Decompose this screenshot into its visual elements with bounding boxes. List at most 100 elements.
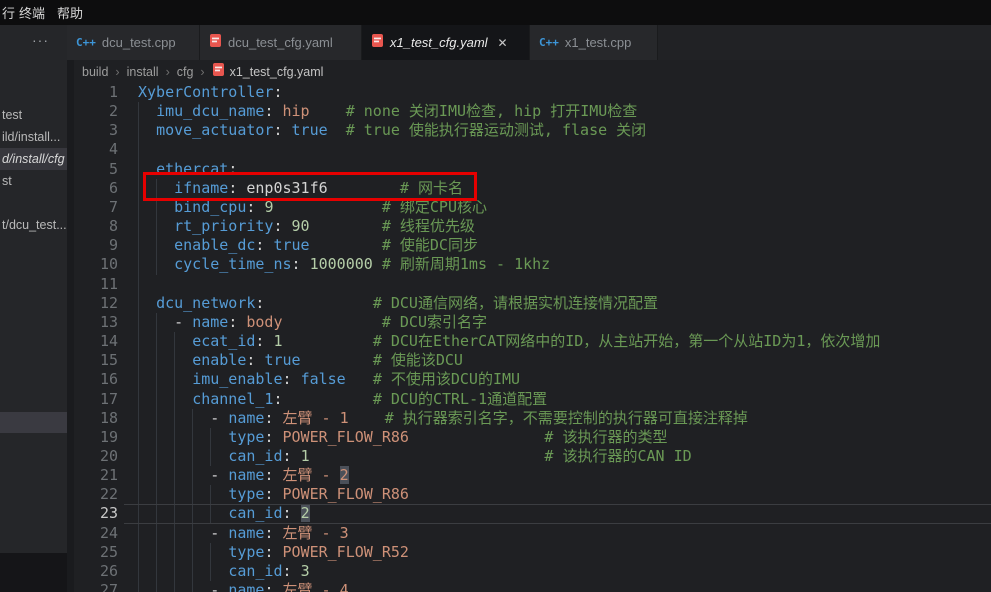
line-number: 16 [74, 370, 118, 389]
token: false [301, 370, 346, 388]
line-number: 2 [74, 102, 118, 121]
more-actions-icon[interactable]: ··· [32, 32, 49, 48]
tab-dcu_test_cfg.yaml[interactable]: dcu_test_cfg.yaml [200, 25, 362, 60]
token: cycle_time_ns [174, 255, 291, 273]
token: type [228, 485, 264, 503]
token: POWER_FLOW_R86 [283, 428, 409, 446]
code-text: enable: true # 使能该DCU [138, 351, 463, 370]
line-number: 26 [74, 562, 118, 581]
token: hip [283, 102, 310, 120]
token [138, 198, 174, 216]
tab-x1_test.cpp[interactable]: C++x1_test.cpp [530, 25, 658, 60]
code-line[interactable]: 1XyberController: [74, 83, 991, 102]
token: name [228, 581, 264, 592]
code-text: ethercat: [138, 160, 237, 179]
code-text: can_id: 1 # 该执行器的CAN ID [138, 447, 692, 466]
line-number: 21 [74, 466, 118, 485]
token: true [273, 236, 309, 254]
code-line[interactable]: 5 ethercat: [74, 160, 991, 179]
tab-label: x1_test_cfg.yaml [390, 35, 488, 50]
code-line[interactable]: 23 can_id: 2 [74, 504, 991, 523]
code-line[interactable]: 19 type: POWER_FLOW_R86 # 该执行器的类型 [74, 428, 991, 447]
editor[interactable]: 1XyberController:2 imu_dcu_name: hip # n… [74, 83, 991, 592]
token: enp0s31f6 [246, 179, 327, 197]
code-line[interactable]: 11 [74, 275, 991, 294]
code-line[interactable]: 7 bind_cpu: 9 # 绑定CPU核心 [74, 198, 991, 217]
code-line[interactable]: 9 enable_dc: true # 使能DC同步 [74, 236, 991, 255]
code-text: bind_cpu: 9 # 绑定CPU核心 [138, 198, 487, 217]
token [310, 236, 382, 254]
code-line[interactable]: 6 ifname: enp0s31f6 # 网卡名 [74, 179, 991, 198]
token: can_id [228, 504, 282, 522]
token: # 该执行器的类型 [544, 428, 667, 446]
line-number: 25 [74, 543, 118, 562]
list-item[interactable]: test [0, 104, 67, 126]
code-line[interactable]: 26 can_id: 3 [74, 562, 991, 581]
breadcrumb-separator-icon: › [200, 65, 204, 79]
cpp-file-icon: C++ [76, 36, 96, 49]
token [373, 255, 382, 273]
breadcrumb-segment[interactable]: build [82, 65, 108, 79]
panel-sash[interactable] [67, 60, 74, 592]
code-text: can_id: 2 [138, 504, 310, 523]
code-line[interactable]: 21 - name: 左臂 - 2 [74, 466, 991, 485]
token: 90 [292, 217, 310, 235]
token: : [246, 198, 264, 216]
code-line[interactable]: 13 - name: body # DCU索引名字 [74, 313, 991, 332]
code-line[interactable]: 10 cycle_time_ns: 1000000 # 刷新周期1ms - 1k… [74, 255, 991, 274]
list-item[interactable]: st [0, 170, 67, 192]
code-text: - name: 左臂 - 1 # 执行器索引名字，不需要控制的执行器可直接注释掉 [138, 409, 748, 428]
code-line[interactable]: 27 - name: 左臂 - 4 [74, 581, 991, 592]
breadcrumb-segment[interactable]: install [127, 65, 159, 79]
code-line[interactable]: 15 enable: true # 使能该DCU [74, 351, 991, 370]
menu-item[interactable]: 行 [2, 3, 15, 22]
list-item[interactable]: d/install/cfg [0, 148, 67, 170]
line-number: 12 [74, 294, 118, 313]
code-line[interactable]: 16 imu_enable: false # 不使用该DCU的IMU [74, 370, 991, 389]
token [138, 160, 156, 178]
code-line[interactable]: 25 type: POWER_FLOW_R52 [74, 543, 991, 562]
code-line[interactable]: 4 [74, 140, 991, 159]
token: name [228, 409, 264, 427]
code-line[interactable]: 3 move_actuator: true # true 使能执行器运动测试, … [74, 121, 991, 140]
token: # 刷新周期1ms - 1khz [382, 255, 550, 273]
token: # DCU索引名字 [382, 313, 487, 331]
token: : [228, 313, 246, 331]
code-line[interactable]: 8 rt_priority: 90 # 线程优先级 [74, 217, 991, 236]
tab-x1_test_cfg.yaml[interactable]: x1_test_cfg.yaml ✕ [362, 25, 530, 60]
code-line[interactable]: 24 - name: 左臂 - 3 [74, 524, 991, 543]
code-line[interactable]: 18 - name: 左臂 - 1 # 执行器索引名字，不需要控制的执行器可直接… [74, 409, 991, 428]
code-area[interactable]: 1XyberController:2 imu_dcu_name: hip # n… [74, 83, 991, 592]
side-panel: testild/install...d/install/cfgst t/dcu_t… [0, 60, 67, 592]
code-line[interactable]: 2 imu_dcu_name: hip # none 关闭IMU检查, hip … [74, 102, 991, 121]
menu-item[interactable]: 终端 [19, 3, 45, 22]
list-item[interactable]: ild/install... [0, 126, 67, 148]
code-line[interactable]: 12 dcu_network: # DCU通信网络，请根据实机连接情况配置 [74, 294, 991, 313]
code-line[interactable]: 20 can_id: 1 # 该执行器的CAN ID [74, 447, 991, 466]
line-number: 9 [74, 236, 118, 255]
token: can_id [228, 447, 282, 465]
token: type [228, 428, 264, 446]
token: 1 [301, 447, 310, 465]
code-line[interactable]: 14 ecat_id: 1 # DCU在EtherCAT网络中的ID，从主站开始… [74, 332, 991, 351]
line-number: 11 [74, 275, 118, 294]
token: # DCU的CTRL-1通道配置 [373, 390, 547, 408]
code-line[interactable]: 17 channel_1: # DCU的CTRL-1通道配置 [74, 390, 991, 409]
token: : [283, 504, 301, 522]
tab-dcu_test.cpp[interactable]: C++dcu_test.cpp [67, 25, 200, 60]
code-line[interactable]: 22 type: POWER_FLOW_R86 [74, 485, 991, 504]
token: : [273, 217, 291, 235]
token: : [264, 543, 282, 561]
menu-item[interactable]: 帮助 [57, 3, 83, 22]
token [310, 102, 346, 120]
token: : [228, 179, 246, 197]
breadcrumb-segment[interactable]: cfg [177, 65, 194, 79]
tab-close-icon[interactable]: ✕ [498, 37, 508, 49]
token: # none 关闭IMU检查, hip 打开IMU检查 [346, 102, 638, 120]
breadcrumb-file[interactable]: x1_test_cfg.yaml [230, 65, 324, 79]
token: 1000000 [310, 255, 373, 273]
side-panel-selected-bar[interactable] [0, 412, 67, 433]
line-number: 17 [74, 390, 118, 409]
list-item[interactable]: t/dcu_test... [0, 214, 67, 236]
token: # 不使用该DCU的IMU [373, 370, 520, 388]
